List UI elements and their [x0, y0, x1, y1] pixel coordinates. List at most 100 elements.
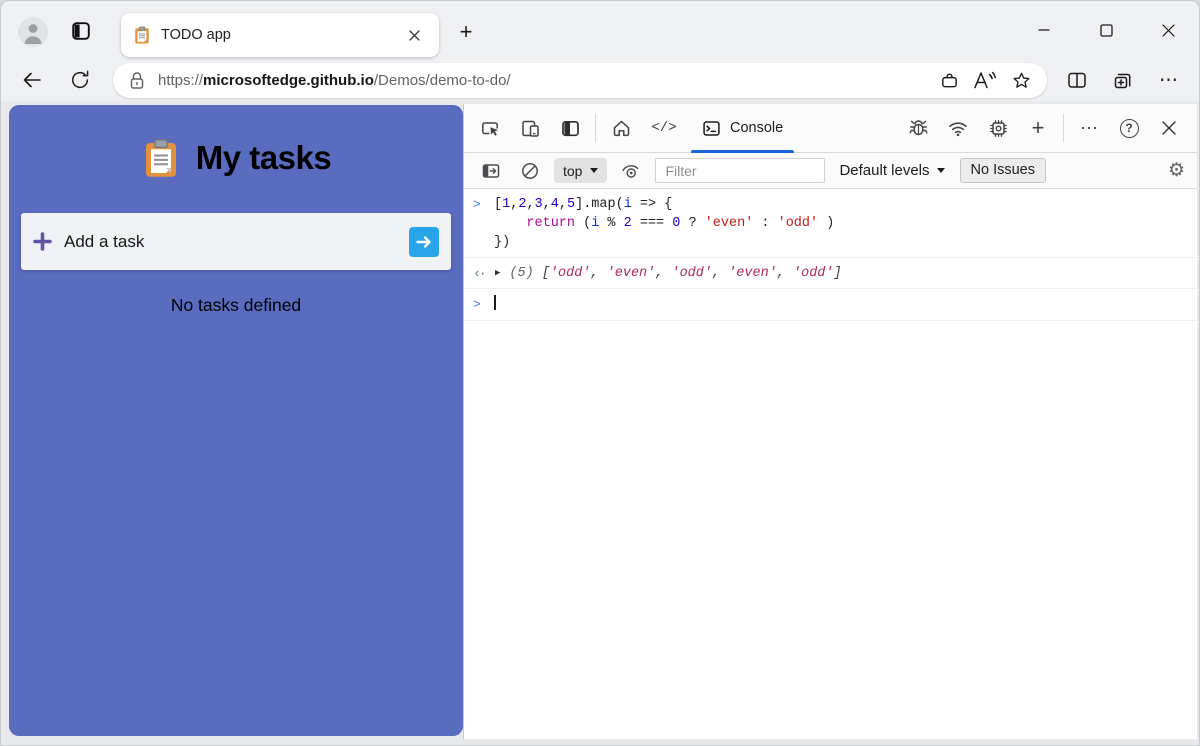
filter-input[interactable] — [655, 158, 825, 183]
devtools-help-button[interactable]: ? — [1109, 108, 1149, 148]
tab-welcome[interactable] — [601, 108, 641, 148]
browser-tab[interactable]: TODO app — [121, 13, 439, 57]
console-prompt-marker: > — [473, 295, 494, 314]
window-controls — [1013, 1, 1199, 59]
console-sidebar-icon — [481, 161, 501, 181]
console-messages: > [1,2,3,4,5].map(i => { return (i % 2 =… — [464, 189, 1197, 321]
console-settings-button[interactable]: ⚙ — [1168, 159, 1185, 182]
empty-tasks-message: No tasks defined — [9, 295, 463, 316]
back-arrow-icon — [20, 68, 44, 92]
briefcase-icon — [939, 70, 960, 91]
divider — [1063, 114, 1064, 142]
chevron-down-icon — [937, 168, 945, 173]
collections-icon — [1112, 69, 1134, 91]
home-icon — [611, 118, 632, 139]
address-bar[interactable]: https://microsoftedge.github.io/Demos/de… — [113, 63, 1047, 98]
browser-settings-menu-button[interactable]: ⋯ — [1153, 64, 1185, 96]
tab-actions-icon — [70, 20, 92, 42]
console-result-entry: ‹· ▶ (5) ['odd', 'even', 'odd', 'even', … — [464, 258, 1197, 289]
plus-icon — [33, 232, 52, 251]
tab-elements[interactable]: </> — [641, 108, 687, 148]
collections-button[interactable] — [1107, 64, 1139, 96]
back-button[interactable] — [15, 63, 49, 97]
help-icon: ? — [1120, 119, 1139, 138]
arrow-right-icon — [416, 235, 432, 249]
issues-counter-button[interactable]: No Issues — [960, 158, 1046, 183]
minimize-icon — [1038, 24, 1050, 36]
chevron-down-icon — [590, 168, 598, 173]
browser-toolbar: https://microsoftedge.github.io/Demos/de… — [1, 59, 1199, 101]
console-output-marker: ‹· — [473, 264, 494, 283]
url-text[interactable]: https://microsoftedge.github.io/Demos/de… — [158, 72, 931, 89]
log-levels-label: Default levels — [839, 162, 929, 179]
todo-app-page: My tasks Add a task No tasks defined — [9, 105, 463, 736]
app-available-button[interactable] — [931, 65, 967, 95]
maximize-icon — [1100, 24, 1113, 37]
maximize-button[interactable] — [1075, 1, 1137, 59]
page-title: My tasks — [196, 139, 331, 177]
console-icon — [702, 119, 721, 138]
close-icon — [1162, 121, 1176, 135]
console-sidebar-button[interactable] — [476, 157, 506, 185]
focus-mode-button[interactable] — [550, 108, 590, 148]
divider — [595, 114, 596, 142]
console-prompt-input[interactable] — [494, 295, 496, 315]
devtools-tab-bar: </> Console — [464, 104, 1197, 153]
context-selector-value: top — [563, 163, 582, 179]
console-command-code: [1,2,3,4,5].map(i => { return (i % 2 ===… — [494, 195, 834, 252]
text-cursor — [494, 295, 496, 310]
cpu-icon — [988, 118, 1009, 139]
split-screen-icon — [1066, 69, 1088, 91]
tab-close-button[interactable] — [401, 22, 427, 48]
tab-console[interactable]: Console — [687, 104, 798, 153]
tab-favicon-clipboard-icon — [133, 26, 151, 44]
live-expression-button[interactable] — [616, 157, 646, 185]
browser-window: TODO app + — [0, 0, 1200, 746]
bug-icon — [908, 118, 929, 139]
person-icon — [18, 17, 48, 47]
profile-avatar[interactable] — [18, 17, 48, 47]
content-area: My tasks Add a task No tasks defined — [1, 101, 1199, 745]
console-tab-label: Console — [730, 120, 783, 136]
inspect-element-button[interactable] — [470, 108, 510, 148]
add-task-submit-button[interactable] — [409, 227, 439, 257]
star-icon — [1011, 70, 1032, 91]
eye-icon — [620, 161, 642, 181]
url-domain: microsoftedge.github.io — [203, 72, 374, 89]
add-tool-button[interactable]: + — [1018, 108, 1058, 148]
read-aloud-button[interactable] — [967, 65, 1003, 95]
favorites-button[interactable] — [1003, 65, 1039, 95]
split-screen-button[interactable] — [1061, 64, 1093, 96]
console-result-preview: (5) ['odd', 'even', 'odd', 'even', 'odd'… — [509, 264, 841, 283]
clear-console-button[interactable] — [515, 157, 545, 185]
log-levels-dropdown[interactable]: Default levels — [839, 162, 944, 179]
close-icon — [1162, 24, 1175, 37]
device-emulation-icon — [520, 118, 541, 139]
close-icon — [409, 30, 420, 41]
tab-strip: TODO app + — [1, 1, 1199, 59]
refresh-button[interactable] — [63, 63, 97, 97]
expand-result-toggle[interactable]: ▶ — [495, 264, 500, 283]
page-header: My tasks — [9, 105, 463, 178]
refresh-icon — [69, 69, 91, 91]
close-window-button[interactable] — [1137, 1, 1199, 59]
device-emulation-button[interactable] — [510, 108, 550, 148]
console-input-marker: > — [473, 195, 494, 214]
new-tab-button[interactable]: + — [453, 19, 479, 45]
console-command-entry: > [1,2,3,4,5].map(i => { return (i % 2 =… — [464, 189, 1197, 258]
lock-icon — [129, 71, 145, 90]
network-button[interactable] — [938, 108, 978, 148]
minimize-button[interactable] — [1013, 1, 1075, 59]
close-devtools-button[interactable] — [1149, 108, 1189, 148]
console-prompt[interactable]: > — [464, 289, 1197, 321]
devtools-more-button[interactable]: ⋯ — [1069, 108, 1109, 148]
performance-button[interactable] — [978, 108, 1018, 148]
console-toolbar: top Default levels No Issues ⚙ — [464, 153, 1197, 189]
add-task-label: Add a task — [64, 232, 144, 252]
tab-actions-menu[interactable] — [70, 20, 92, 42]
issues-button[interactable] — [898, 108, 938, 148]
add-task-field[interactable]: Add a task — [21, 213, 451, 270]
clipboard-icon — [141, 138, 181, 178]
clear-icon — [520, 161, 540, 181]
context-selector[interactable]: top — [554, 158, 607, 183]
